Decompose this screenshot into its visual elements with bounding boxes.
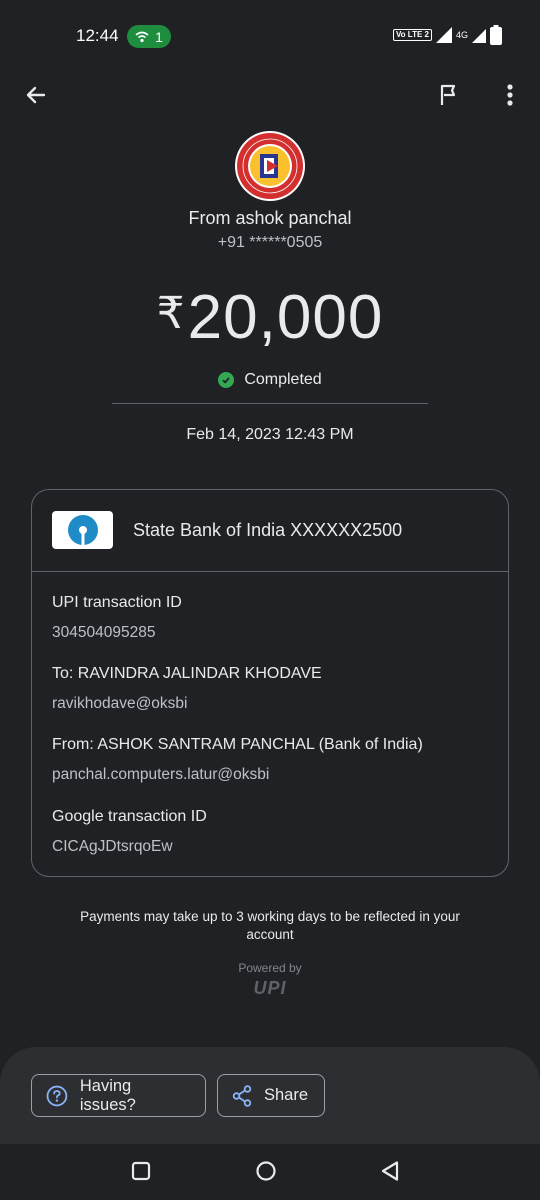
home-button[interactable] bbox=[253, 1158, 279, 1184]
payee-upi-id[interactable]: ravikhodave@oksbi bbox=[52, 695, 322, 713]
hotspot-badge: 1 bbox=[127, 25, 171, 48]
more-options-button[interactable] bbox=[495, 80, 525, 110]
panchal-classes-logo bbox=[235, 131, 305, 201]
payer-upi-id[interactable]: panchal.computers.latur@oksbi bbox=[52, 766, 423, 784]
transaction-datetime: Feb 14, 2023 12:43 PM bbox=[186, 426, 354, 443]
system-navigation-bar bbox=[0, 1144, 540, 1200]
sbi-logo-icon bbox=[52, 511, 113, 549]
help-icon bbox=[46, 1085, 68, 1106]
report-button[interactable] bbox=[434, 80, 464, 110]
home-circle-icon bbox=[256, 1161, 276, 1181]
system-icons: Vo LTE 2 4G bbox=[392, 25, 502, 45]
transaction-details-card: State Bank of India XXXXXX2500 UPI trans… bbox=[31, 489, 509, 877]
payer-avatar bbox=[234, 130, 306, 202]
more-vert-icon bbox=[507, 84, 513, 106]
bank-account-name: State Bank of India XXXXXX2500 bbox=[133, 520, 403, 540]
payer-details: From: ASHOK SANTRAM PANCHAL (Bank of Ind… bbox=[52, 736, 423, 784]
arrow-back-icon bbox=[26, 86, 46, 104]
powered-by-label: Powered by bbox=[238, 961, 302, 975]
share-icon bbox=[232, 1084, 252, 1107]
hotspot-count: 1 bbox=[155, 28, 163, 45]
share-label: Share bbox=[264, 1086, 309, 1104]
battery-icon bbox=[490, 25, 502, 45]
amount-value: 20,000 bbox=[187, 283, 384, 352]
status-text: Completed bbox=[244, 371, 322, 388]
upi-transaction-id: UPI transaction ID 304504095285 bbox=[52, 594, 182, 642]
having-issues-button[interactable]: Having issues? bbox=[31, 1074, 206, 1117]
hotspot-icon bbox=[135, 31, 149, 42]
check-circle-icon bbox=[218, 372, 235, 388]
back-triangle-icon bbox=[381, 1161, 399, 1181]
processing-note: Payments may take up to 3 working days t… bbox=[80, 909, 460, 942]
payer-account-name: From: ASHOK SANTRAM PANCHAL (Bank of Ind… bbox=[52, 736, 423, 753]
back-nav-button[interactable] bbox=[377, 1158, 403, 1184]
amount: ₹20,000 bbox=[0, 282, 540, 353]
currency-symbol: ₹ bbox=[156, 289, 186, 338]
status-bar: 12:44 1 Vo LTE 2 4G bbox=[0, 0, 540, 72]
upi-transaction-id-value[interactable]: 304504095285 bbox=[52, 624, 182, 642]
upi-logo: UPI bbox=[253, 978, 287, 998]
payment-status: Completed bbox=[0, 371, 540, 389]
payer-name: From ashok panchal bbox=[188, 208, 352, 228]
recents-square-icon bbox=[131, 1161, 151, 1181]
network-type: 4G bbox=[455, 30, 468, 40]
volte-icon: Vo LTE 2 bbox=[392, 29, 432, 41]
signal-icon bbox=[435, 27, 452, 43]
google-transaction-id: Google transaction ID CICAgJDtsrqoEw bbox=[52, 808, 207, 856]
google-transaction-id-label: Google transaction ID bbox=[52, 808, 207, 825]
having-issues-label: Having issues? bbox=[79, 1076, 136, 1114]
payee-details: To: RAVINDRA JALINDAR KHODAVE ravikhodav… bbox=[52, 665, 322, 713]
signal-icon-2 bbox=[472, 29, 486, 43]
share-button[interactable]: Share bbox=[217, 1074, 325, 1117]
flag-icon bbox=[440, 84, 456, 105]
upi-transaction-id-label: UPI transaction ID bbox=[52, 594, 182, 611]
recents-button[interactable] bbox=[128, 1158, 154, 1184]
back-button[interactable] bbox=[21, 80, 51, 110]
status-time: 12:44 bbox=[76, 26, 119, 45]
action-sheet: Having issues? Share bbox=[0, 1047, 540, 1144]
divider bbox=[112, 403, 428, 404]
payee-name: To: RAVINDRA JALINDAR KHODAVE bbox=[52, 665, 322, 682]
payer-phone: +91 ******0505 bbox=[217, 234, 323, 251]
google-transaction-id-value[interactable]: CICAgJDtsrqoEw bbox=[52, 838, 207, 856]
bank-account-row[interactable]: State Bank of India XXXXXX2500 bbox=[32, 490, 508, 572]
